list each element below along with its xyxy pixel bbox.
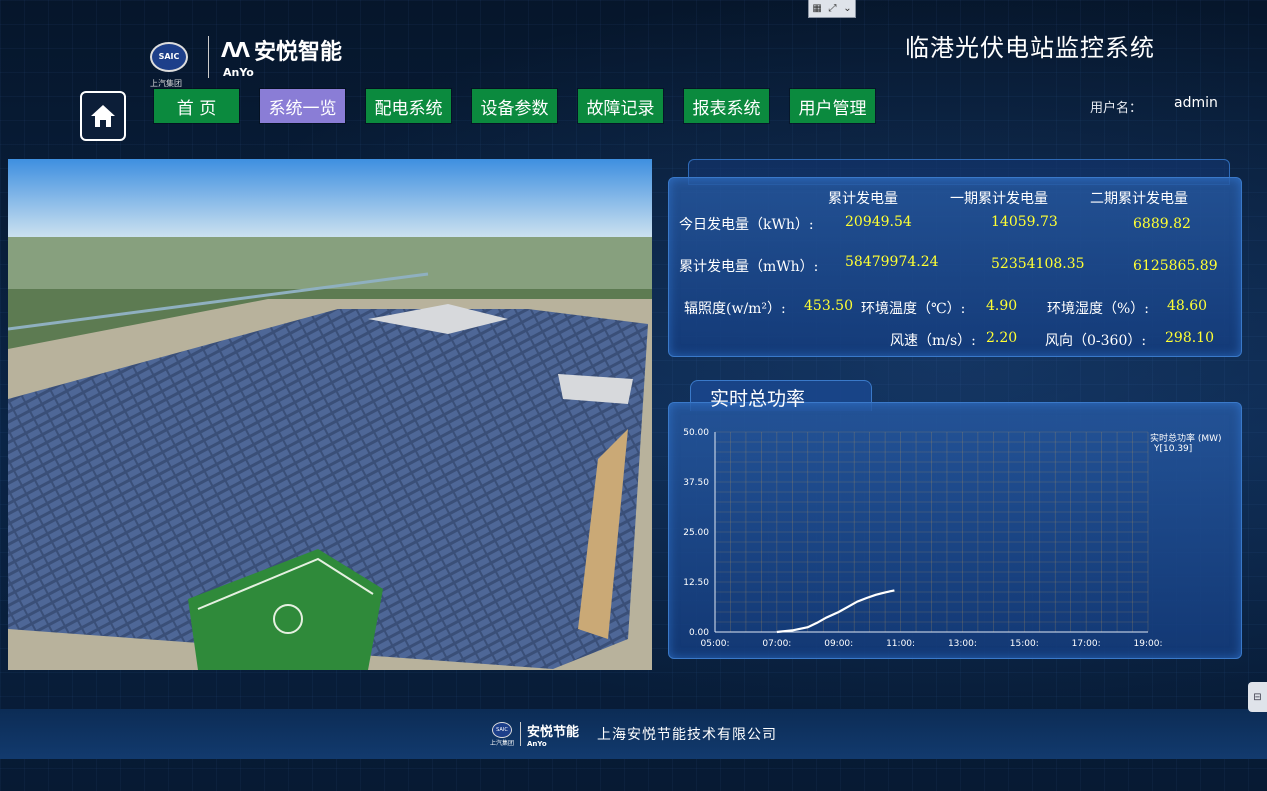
- nav-user-management[interactable]: 用户管理: [790, 89, 875, 123]
- grid-icon: ▦: [812, 3, 822, 14]
- footer-logo: SAIC 上汽集团 安悦节能 AnYo: [490, 721, 579, 748]
- footer-logo-en: AnYo: [527, 739, 547, 748]
- chart-y-tick: 12.50: [683, 578, 709, 588]
- nav-system-overview[interactable]: 系统一览: [260, 89, 345, 123]
- today-generation-phase2: 6889.82: [1133, 216, 1191, 232]
- footer-logo-text: 安悦节能: [527, 724, 580, 740]
- anyo-logo-en: AnYo: [223, 66, 254, 79]
- chart-x-tick: 13:00:: [948, 639, 977, 649]
- chart-series-line: [776, 589, 895, 634]
- home-icon: [91, 105, 115, 127]
- system-title: 临港光伏电站监控系统: [905, 34, 1155, 62]
- chart-x-tick: 07:00:: [762, 639, 791, 649]
- footer-saic-sub: 上汽集团: [489, 739, 514, 747]
- nav-home[interactable]: 首 页: [154, 89, 239, 123]
- footer-company-name: 上海安悦节能技术有限公司: [597, 727, 778, 743]
- realtime-power-chart: 0.00 12.50 25.00 37.50 50.00 05:00: 07:00: 09:…: [683, 428, 1222, 649]
- nav-device-params[interactable]: 设备参数: [472, 89, 557, 123]
- chart-y-tick: 37.50: [683, 478, 709, 488]
- nav-power-distribution[interactable]: 配电系统: [366, 89, 451, 123]
- logo-divider: [208, 35, 209, 78]
- chart-x-tick: 09:00:: [824, 639, 853, 649]
- chart-x-tick: 11:00:: [886, 639, 915, 649]
- col-header-phase2: 二期累计发电量: [1090, 191, 1188, 207]
- nav-reports[interactable]: 报表系统: [684, 89, 769, 123]
- total-generation-total: 58479974.24: [845, 254, 939, 270]
- footer-saic-icon: SAIC: [491, 721, 512, 738]
- solar-plant-photo: [8, 159, 652, 670]
- chart-y-tick: 50.00: [683, 428, 709, 438]
- chart-legend-name: 实时总功率 (MW): [1150, 432, 1222, 444]
- chevron-down-icon: ⌄: [843, 3, 852, 14]
- wind-speed-label: 风速（m/s）:: [890, 333, 976, 349]
- chart-x-tick: 05:00:: [701, 639, 730, 649]
- header-logo: SAIC 上汽集团 ΛΛ 安悦智能 AnYo: [150, 34, 342, 88]
- irradiance-value: 453.50: [804, 298, 853, 314]
- footer: SAIC 上汽集团 安悦节能 AnYo 上海安悦节能技术有限公司: [0, 709, 1267, 759]
- chart-legend-value: Y[10.39]: [1153, 444, 1192, 454]
- col-header-total: 累计发电量: [828, 191, 898, 207]
- chart-x-tick: 15:00:: [1010, 639, 1039, 649]
- saic-logo-sub: 上汽集团: [150, 78, 182, 88]
- today-generation-label: 今日发电量（kWh）:: [679, 217, 814, 233]
- saic-logo: SAIC: [150, 41, 188, 72]
- user-name: admin: [1174, 95, 1218, 111]
- today-generation-total: 20949.54: [845, 214, 912, 230]
- anyo-mark-icon: ΛΛ: [221, 38, 250, 62]
- temperature-value: 4.90: [986, 298, 1018, 314]
- total-generation-phase2: 6125865.89: [1133, 258, 1218, 274]
- anyo-logo-cn: 安悦智能: [253, 40, 342, 65]
- humidity-value: 48.60: [1167, 298, 1208, 314]
- temperature-label: 环境温度（℃）:: [861, 301, 966, 317]
- today-generation-phase1: 14059.73: [991, 214, 1058, 230]
- home-button[interactable]: [80, 91, 126, 141]
- irradiance-label: 辐照度(w/m²）:: [684, 301, 786, 317]
- chart-x-tick: 17:00:: [1072, 639, 1101, 649]
- total-generation-phase1: 52354108.35: [991, 256, 1085, 272]
- nav-fault-records[interactable]: 故障记录: [578, 89, 663, 123]
- user-label: 用户名：: [1090, 101, 1143, 116]
- side-toggle-tab[interactable]: ⊟: [1248, 682, 1267, 712]
- chart-x-tick: 19:00:: [1134, 639, 1163, 649]
- chart-y-tick: 25.00: [683, 528, 709, 538]
- expand-icon: ⤢: [828, 3, 837, 14]
- wind-direction-value: 298.10: [1165, 330, 1214, 346]
- total-generation-label: 累计发电量（mWh）:: [679, 259, 819, 275]
- col-header-phase1: 一期累计发电量: [950, 191, 1048, 207]
- side-toggle-icon: ⊟: [1253, 691, 1262, 703]
- humidity-label: 环境湿度（%）:: [1047, 301, 1150, 317]
- window-control-widget[interactable]: ▦ ⤢ ⌄: [808, 0, 856, 18]
- wind-direction-label: 风向（0-360）:: [1045, 333, 1147, 349]
- chart-y-tick: 0.00: [689, 628, 709, 638]
- wind-speed-value: 2.20: [986, 330, 1018, 346]
- chart-grid: [714, 431, 1149, 633]
